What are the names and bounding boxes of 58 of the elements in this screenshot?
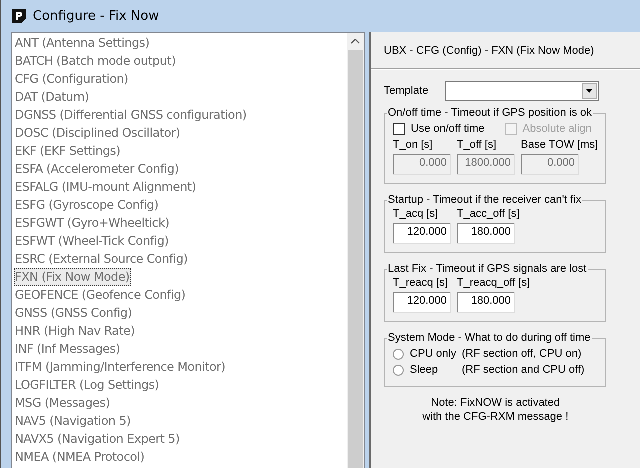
- list-item[interactable]: ESFWT (Wheel-Tick Config): [14, 232, 170, 250]
- list-item[interactable]: ITFM (Jamming/Interference Monitor): [14, 358, 227, 376]
- app-icon: [12, 9, 26, 23]
- list-item[interactable]: GNSS (GNSS Config): [14, 304, 134, 322]
- list-item[interactable]: DGNSS (Differential GNSS configuration): [14, 106, 248, 124]
- checkbox[interactable]: [393, 123, 405, 135]
- list-item[interactable]: DOSC (Disciplined Oscillator): [14, 124, 182, 142]
- group-title: Startup - Timeout if the receiver can't fix: [387, 194, 582, 206]
- field-label: T_off [s]: [457, 139, 498, 151]
- list-item[interactable]: DAT (Datum): [14, 88, 90, 106]
- radio-label: CPU only: [410, 348, 456, 360]
- input-field[interactable]: 180.000: [457, 292, 515, 313]
- list-item[interactable]: ESFALG (IMU-mount Alignment): [14, 178, 198, 196]
- list-item[interactable]: LOGFILTER (Log Settings): [14, 376, 160, 394]
- list-item[interactable]: INF (Inf Messages): [14, 340, 122, 358]
- template-label: Template: [384, 85, 429, 97]
- checkbox-label: Absolute align: [522, 123, 592, 135]
- field-label: Base TOW [ms]: [521, 139, 598, 151]
- group-title: System Mode - What to do during off time: [387, 332, 592, 344]
- field-label: T_reacq_off [s]: [457, 277, 530, 289]
- scrollbar[interactable]: [347, 33, 364, 468]
- list-item[interactable]: NAV5 (Navigation 5): [14, 412, 132, 430]
- list-item[interactable]: ANT (Antenna Settings): [14, 34, 151, 52]
- group-title: Last Fix - Timeout if GPS signals are lost: [387, 263, 588, 275]
- list-item[interactable]: ESFGWT (Gyro+Wheeltick): [14, 214, 170, 232]
- list-item[interactable]: EKF (EKF Settings): [14, 142, 122, 160]
- window-title: Configure - Fix Now: [33, 8, 160, 24]
- list-item[interactable]: BATCH (Batch mode output): [14, 52, 177, 70]
- input-field[interactable]: 120.000: [393, 223, 451, 244]
- checkbox-label: Use on/off time: [411, 123, 485, 135]
- list-item[interactable]: ESRC (External Source Config): [14, 250, 189, 268]
- list-item[interactable]: NMEA (NMEA Protocol): [14, 448, 146, 466]
- list-item[interactable]: GEOFENCE (Geofence Config): [14, 286, 187, 304]
- field-label: T_on [s]: [393, 139, 434, 151]
- option-description: (RF section and CPU off): [462, 364, 585, 376]
- list-item[interactable]: HNR (High Nav Rate): [14, 322, 136, 340]
- radio-button[interactable]: [393, 348, 404, 360]
- option-description: (RF section off, CPU on): [462, 348, 582, 360]
- list-item[interactable]: ESFG (Gyroscope Config): [14, 196, 160, 214]
- list-item[interactable]: NAVX5 (Navigation Expert 5): [14, 430, 181, 448]
- field-label: T_acq [s]: [393, 208, 440, 220]
- input-field[interactable]: 180.000: [457, 223, 515, 244]
- list-item[interactable]: ESFA (Accelerometer Config): [14, 160, 180, 178]
- field-label: T_reacq [s]: [393, 277, 450, 289]
- panel-header: UBX - CFG (Config) - FXN (Fix Now Mode): [383, 44, 596, 59]
- note-text: Note: FixNOW is activated: [431, 397, 560, 409]
- scroll-up-icon[interactable]: [351, 39, 360, 44]
- note-text: with the CFG-RXM message !: [422, 411, 569, 423]
- list-item[interactable]: MSG (Messages): [14, 394, 112, 412]
- group-title: On/off time - Timeout if GPS position is ok: [387, 107, 593, 119]
- input-field[interactable]: 120.000: [393, 292, 451, 313]
- field-label: T_acc_off [s]: [457, 208, 520, 220]
- radio-button[interactable]: [393, 364, 404, 376]
- template-dropdown[interactable]: [444, 81, 599, 101]
- list-item[interactable]: FXN (Fix Now Mode): [14, 268, 131, 286]
- list-item[interactable]: CFG (Configuration): [14, 70, 130, 88]
- dropdown-caret-icon: [586, 89, 593, 93]
- radio-label: Sleep: [410, 364, 440, 376]
